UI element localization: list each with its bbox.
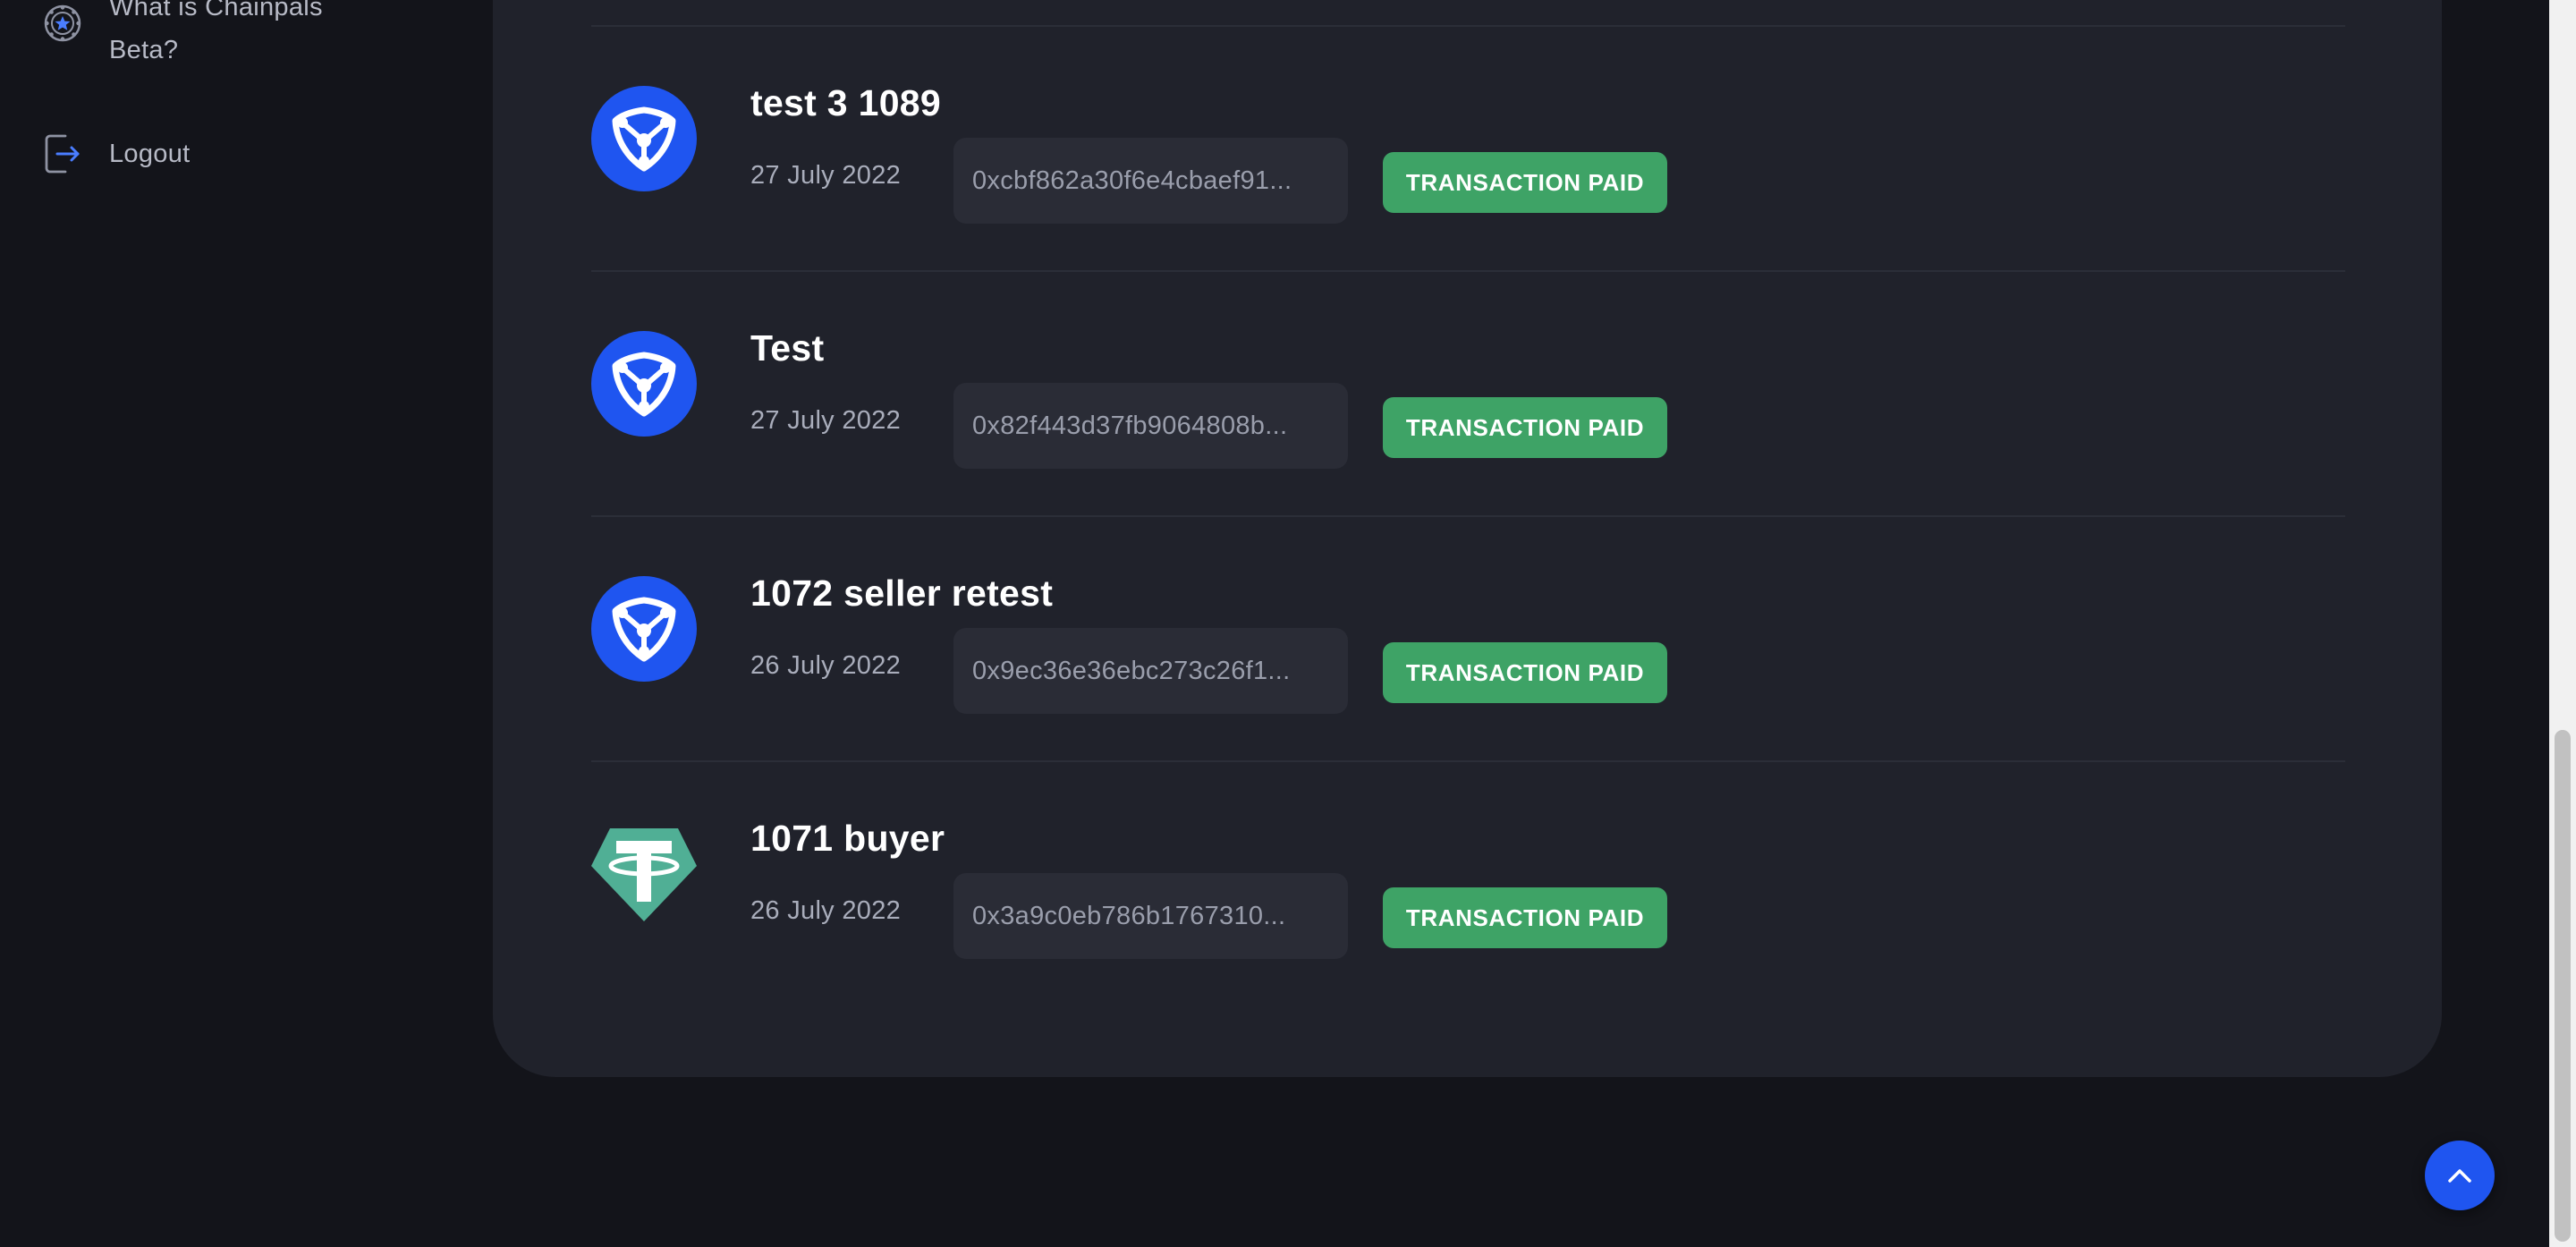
transaction-row[interactable]: 1072 seller retest 26 July 2022 0x9ec36e… <box>591 573 2345 755</box>
chainpals-token-icon <box>591 576 697 682</box>
transaction-date: 27 July 2022 <box>750 161 902 190</box>
transaction-hash[interactable]: 0x9ec36e36ebc273c26f1... <box>953 628 1348 714</box>
status-badge: TRANSACTION PAID <box>1383 397 1667 458</box>
transaction-row[interactable]: Test 27 July 2022 0x82f443d37fb9064808b.… <box>591 327 2345 510</box>
row-divider <box>591 270 2345 272</box>
transaction-hash[interactable]: 0x82f443d37fb9064808b... <box>953 383 1348 469</box>
status-badge: TRANSACTION PAID <box>1383 642 1667 703</box>
scrollbar-thumb[interactable] <box>2555 730 2571 1242</box>
transaction-hash[interactable]: 0x3a9c0eb786b1767310... <box>953 873 1348 959</box>
chainpals-token-icon <box>591 331 697 437</box>
tether-usdt-icon <box>591 821 697 927</box>
transaction-title: test 3 1089 <box>750 82 942 123</box>
transaction-row[interactable]: 1071 buyer 26 July 2022 0x3a9c0eb786b176… <box>591 818 2345 1000</box>
row-divider <box>591 515 2345 517</box>
transaction-date: 26 July 2022 <box>750 651 902 680</box>
sidebar-item-what-is-chainpals-beta[interactable]: What is Chainpals Beta? <box>41 0 377 72</box>
transaction-title: 1071 buyer <box>750 818 945 859</box>
transaction-hash[interactable]: 0xcbf862a30f6e4cbaef91... <box>953 138 1348 224</box>
status-badge: TRANSACTION PAID <box>1383 152 1667 213</box>
status-badge: TRANSACTION PAID <box>1383 887 1667 948</box>
sidebar-item-logout[interactable]: Logout <box>41 132 191 175</box>
row-divider <box>591 25 2345 27</box>
chevron-up-icon <box>2446 1166 2473 1184</box>
transaction-date: 27 July 2022 <box>750 406 902 435</box>
transaction-title: Test <box>750 327 825 369</box>
sidebar-item-label: What is Chainpals Beta? <box>109 0 323 64</box>
chainpals-token-icon <box>591 86 697 191</box>
chainpals-star-icon <box>41 2 84 45</box>
logout-icon <box>41 132 84 175</box>
row-divider <box>591 760 2345 762</box>
sidebar-item-label: Logout <box>109 140 191 168</box>
page: What is Chainpals Beta? Logout test 3 10… <box>0 0 2576 1247</box>
scroll-to-top-button[interactable] <box>2425 1141 2495 1210</box>
sidebar: What is Chainpals Beta? Logout <box>0 0 483 1247</box>
transaction-row[interactable]: test 3 1089 27 July 2022 0xcbf862a30f6e4… <box>591 82 2345 265</box>
transaction-title: 1072 seller retest <box>750 573 1054 614</box>
scrollbar[interactable] <box>2549 0 2576 1247</box>
transaction-date: 26 July 2022 <box>750 896 902 925</box>
